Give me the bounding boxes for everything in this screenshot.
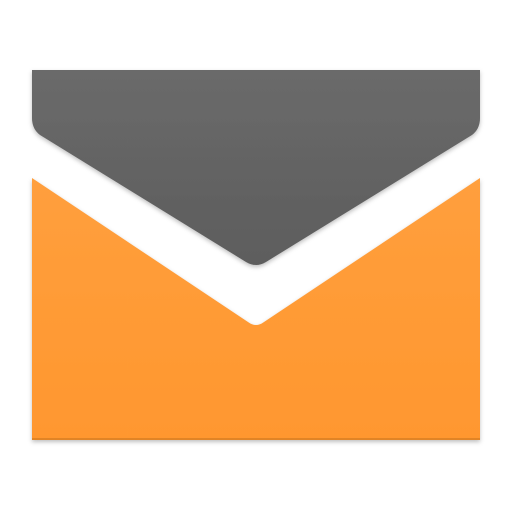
envelope-icon [32, 70, 480, 440]
mail-app-icon [0, 0, 512, 512]
